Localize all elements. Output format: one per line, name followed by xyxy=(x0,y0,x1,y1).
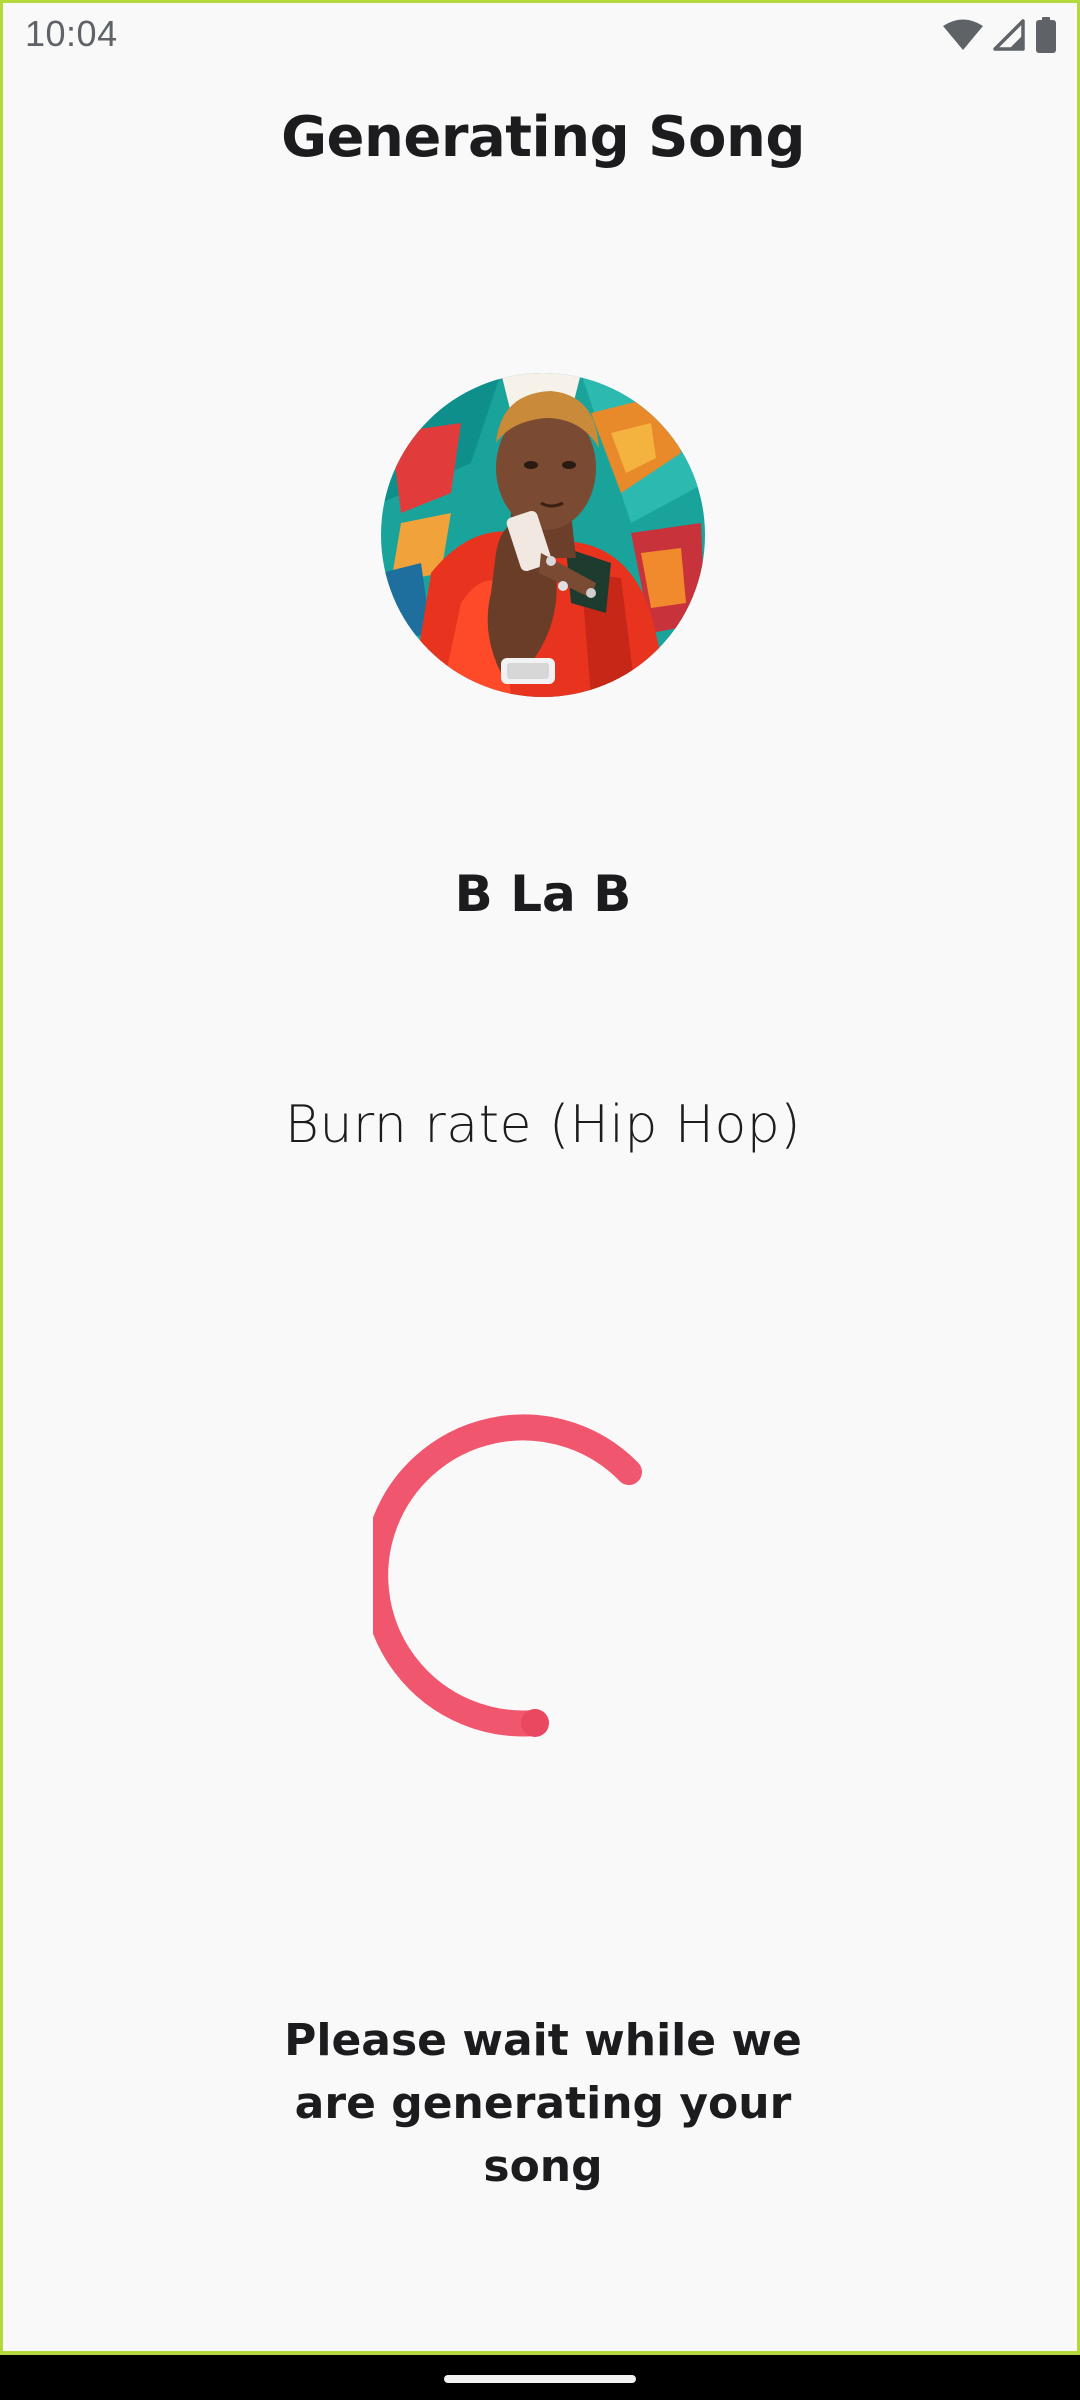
song-title: Burn rate (Hip Hop) xyxy=(284,1095,802,1155)
navigation-bar xyxy=(0,2355,1080,2400)
spinner-head xyxy=(521,1709,549,1737)
cellular-signal-icon xyxy=(993,19,1025,51)
battery-icon xyxy=(1035,17,1057,53)
artist-avatar xyxy=(381,373,705,697)
status-bar: 10:04 xyxy=(3,3,1080,67)
home-indicator[interactable] xyxy=(444,2375,636,2383)
spinner-arc xyxy=(362,1414,642,1737)
status-time: 10:04 xyxy=(25,13,118,54)
wait-message: Please wait while we are generating your… xyxy=(284,2015,802,2192)
page-title: Generating Song xyxy=(281,105,805,170)
status-icons xyxy=(943,15,1057,55)
wifi-icon xyxy=(943,19,983,51)
artist-name: B La B xyxy=(454,865,632,923)
progress-spinner xyxy=(362,1413,713,1753)
app-screen: 10:04 Generating Song B La B Burn rate (… xyxy=(0,0,1080,2355)
